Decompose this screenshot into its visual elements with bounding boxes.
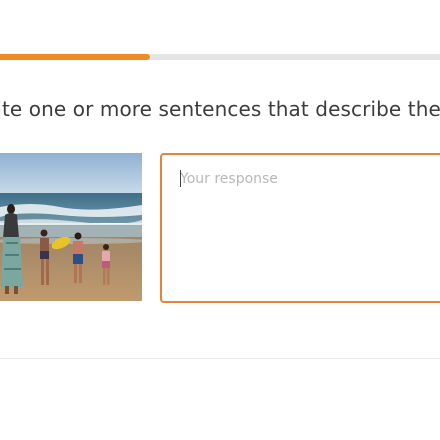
progress-bar [0,54,440,60]
text-cursor [180,170,181,187]
response-box [160,153,440,303]
progress-bar-fill [0,54,150,60]
response-input[interactable] [162,155,440,301]
prompt-text: rite one or more sentences that describe… [0,97,440,121]
beach-photo-icon [0,153,142,301]
divider [0,358,440,359]
